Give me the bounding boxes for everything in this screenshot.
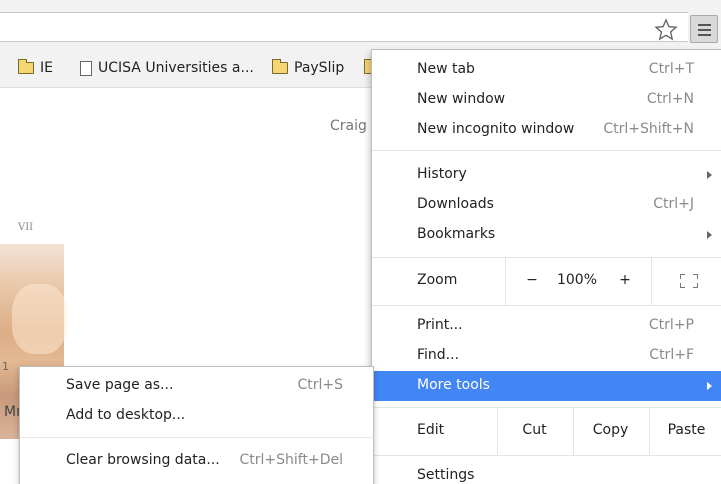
bookmark-star-icon[interactable] — [654, 18, 678, 42]
menu-item-settings[interactable]: Settings — [372, 461, 721, 484]
menu-separator — [372, 305, 721, 306]
menu-item-downloads[interactable]: Downloads Ctrl+J — [372, 190, 721, 220]
paste-button[interactable]: Paste — [654, 422, 719, 438]
menu-item-new-window[interactable]: New window Ctrl+N — [372, 85, 721, 115]
bookmark-ie[interactable]: IE — [17, 56, 53, 80]
page-text-one: 1 — [2, 360, 9, 373]
menu-item-print[interactable]: Print... Ctrl+P — [372, 311, 721, 341]
folder-icon — [17, 59, 34, 74]
submenu-item-add-to-desktop[interactable]: Add to desktop... — [20, 401, 375, 431]
menu-item-history[interactable]: History — [372, 160, 721, 190]
more-tools-submenu: Save page as... Ctrl+S Add to desktop...… — [19, 366, 375, 484]
submenu-item-clear-browsing-data[interactable]: Clear browsing data... Ctrl+Shift+Del — [20, 446, 375, 476]
cut-button[interactable]: Cut — [502, 422, 567, 438]
folder-icon — [271, 59, 288, 74]
page-text-vii: VII — [18, 222, 34, 233]
menu-row-edit: Edit Cut Copy Paste — [372, 408, 721, 455]
chrome-menu-button[interactable] — [690, 15, 718, 43]
menu-item-new-incognito[interactable]: New incognito window Ctrl+Shift+N — [372, 115, 721, 145]
menu-row-zoom: Zoom − 100% + — [372, 258, 721, 305]
menu-item-find[interactable]: Find... Ctrl+F — [372, 341, 721, 371]
menu-item-new-tab[interactable]: New tab Ctrl+T — [372, 55, 721, 85]
zoom-out-button[interactable]: − — [522, 272, 542, 288]
menu-item-more-tools[interactable]: More tools — [372, 371, 721, 401]
browser-toolbar — [0, 0, 721, 48]
submenu-arrow-icon — [707, 231, 712, 239]
address-bar[interactable] — [0, 12, 688, 42]
fullscreen-icon[interactable] — [680, 274, 698, 288]
bookmark-ucisa[interactable]: UCISA Universities a... — [80, 56, 254, 80]
chrome-main-menu: New tab Ctrl+T New window Ctrl+N New inc… — [371, 49, 721, 484]
zoom-in-button[interactable]: + — [615, 272, 635, 288]
menu-separator — [372, 150, 721, 151]
page-icon — [80, 60, 92, 76]
submenu-arrow-icon — [707, 171, 712, 179]
bookmark-payslip[interactable]: PaySlip — [271, 56, 344, 80]
page-text-craig: Craig — [330, 118, 367, 134]
submenu-separator — [20, 437, 375, 438]
menu-item-bookmarks[interactable]: Bookmarks — [372, 220, 721, 250]
submenu-arrow-icon — [707, 382, 712, 390]
zoom-level: 100% — [556, 272, 598, 288]
menu-separator — [372, 455, 721, 456]
copy-button[interactable]: Copy — [578, 422, 643, 438]
hamburger-icon — [698, 24, 711, 26]
submenu-item-save-page[interactable]: Save page as... Ctrl+S — [20, 371, 375, 401]
